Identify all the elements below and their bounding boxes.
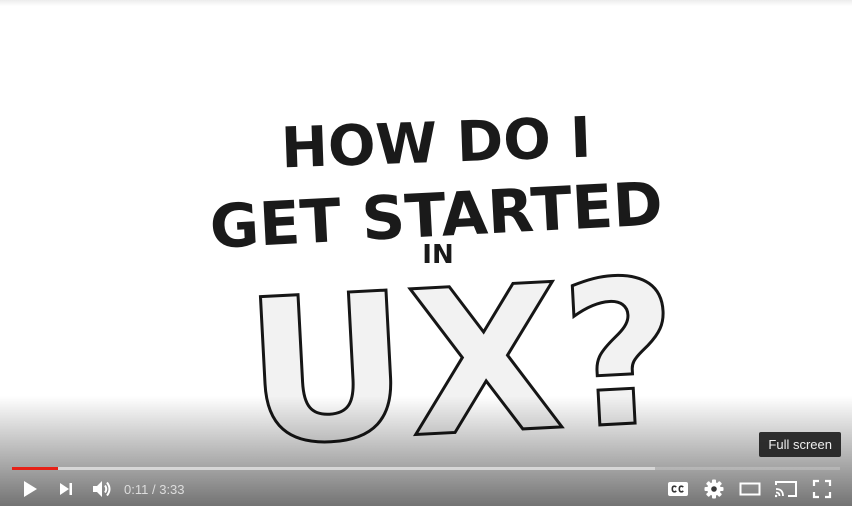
time-separator: / [151,481,156,497]
video-frame[interactable]: HOW DO I GET STARTED IN UX? [0,0,852,506]
duration: 3:33 [159,481,185,497]
video-big-text: UX? [240,236,684,491]
cc-icon [668,482,688,496]
settings-button[interactable] [696,472,732,506]
fullscreen-icon [812,479,832,499]
play-button[interactable] [12,472,48,506]
cast-icon [775,481,797,498]
video-content: HOW DO I GET STARTED IN UX? [208,106,686,493]
next-button[interactable] [48,472,84,506]
time-display: 0:11 / 3:33 [124,482,185,497]
theater-mode-icon [739,482,761,496]
progress-loaded [12,467,655,470]
control-bar: 0:11 / 3:33 [12,472,840,506]
play-icon [24,481,37,497]
next-icon [60,483,72,495]
progress-bar[interactable] [12,467,840,470]
fullscreen-tooltip: Full screen [759,432,841,457]
volume-icon [93,481,111,497]
mute-button[interactable] [84,472,120,506]
theater-mode-button[interactable] [732,472,768,506]
progress-played [12,467,58,470]
gear-icon [704,479,724,499]
video-player[interactable]: HOW DO I GET STARTED IN UX? Full screen [0,0,852,506]
current-time: 0:11 [124,481,149,497]
video-title-line-1: HOW DO I [280,106,592,182]
fullscreen-button[interactable] [804,472,840,506]
subtitles-button[interactable] [660,472,696,506]
cast-button[interactable] [768,472,804,506]
